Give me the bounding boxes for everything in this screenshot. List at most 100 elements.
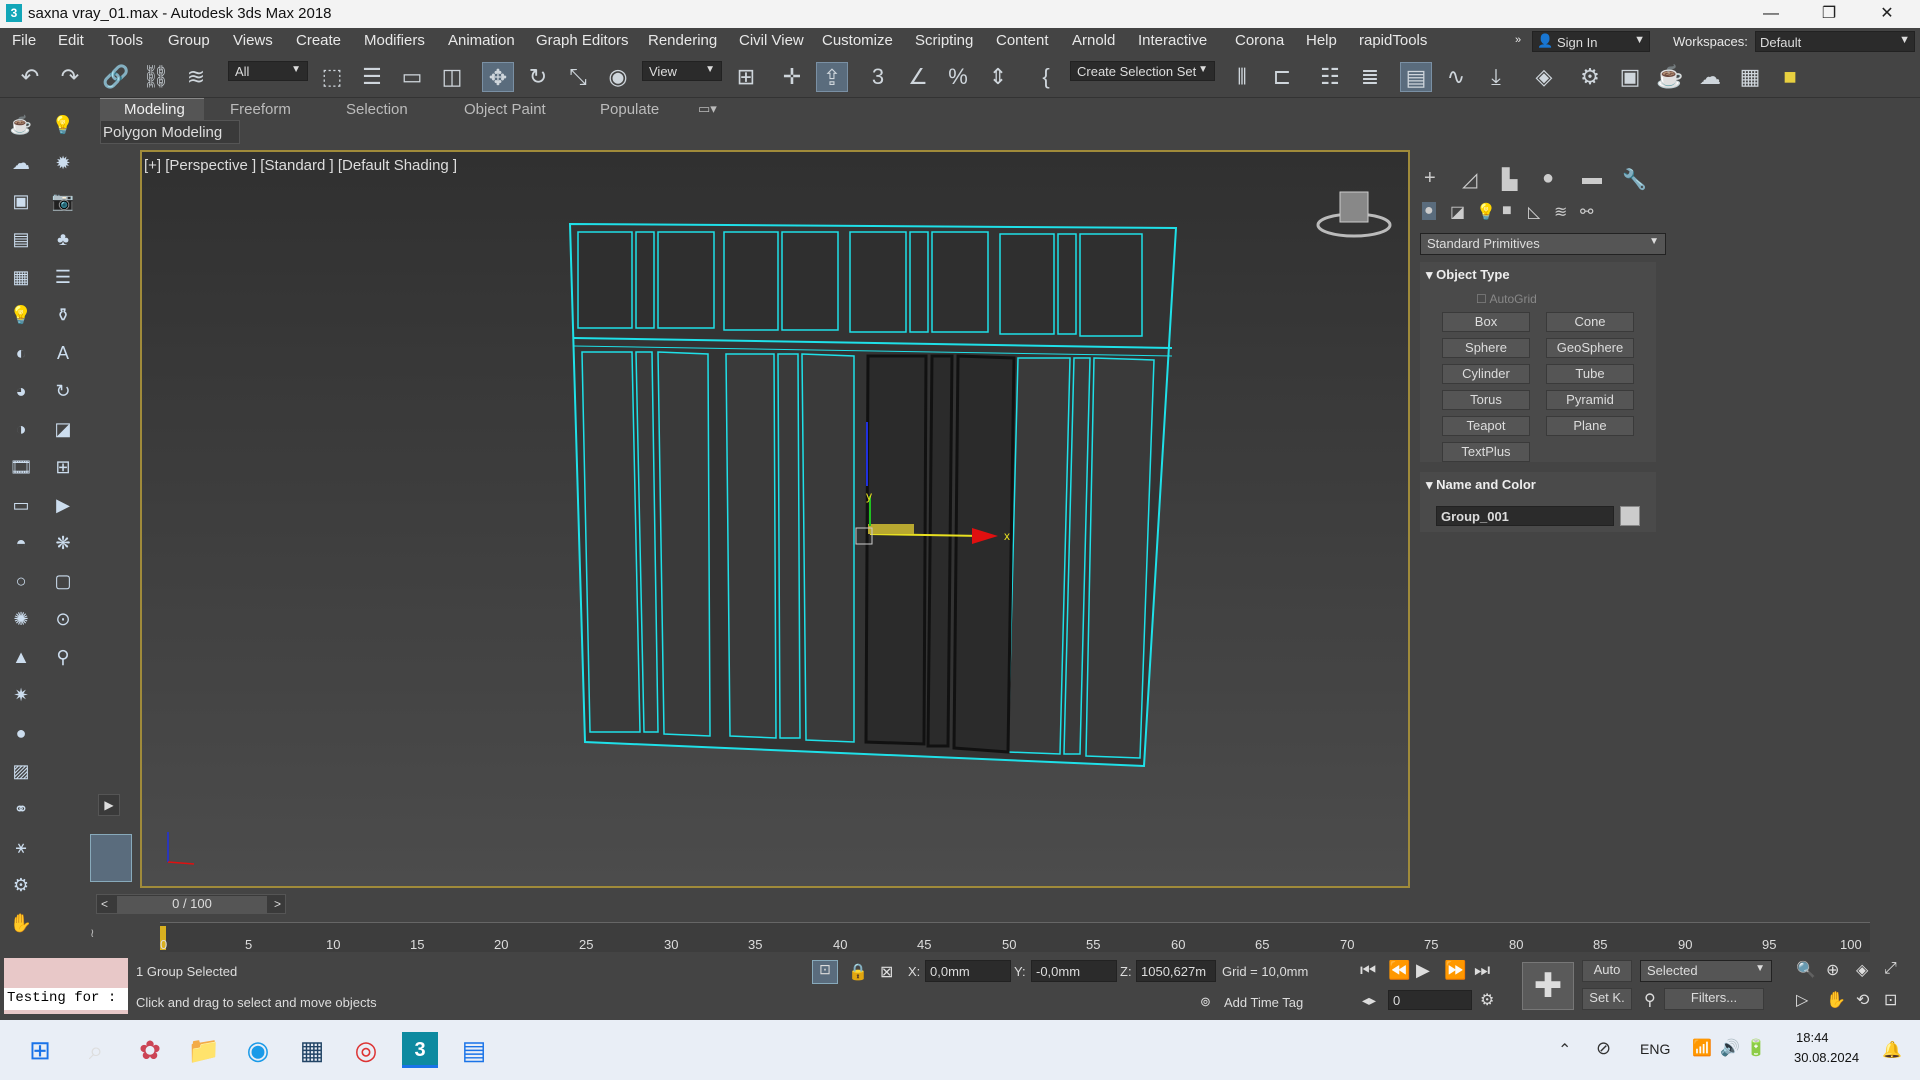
undo-icon[interactable]: ↶ [14, 62, 46, 92]
cameras-icon[interactable]: ■ [1502, 202, 1512, 220]
cam-icon[interactable]: ◑ [8, 416, 34, 442]
plane-button[interactable]: Plane [1546, 416, 1634, 436]
time-prev[interactable]: < [101, 897, 108, 911]
curve-toggle-icon[interactable]: ≀ [90, 926, 110, 946]
network-icon[interactable]: ⚹ [8, 834, 34, 860]
restore-button[interactable]: ❐ [1806, 2, 1852, 26]
video-icon[interactable]: ▶ [50, 492, 76, 518]
select-object-icon[interactable]: ⬚ [316, 62, 348, 92]
file-explorer-icon[interactable]: 📁 [186, 1032, 222, 1068]
keyboard-shortcut-override-icon[interactable]: ⇪ [816, 62, 848, 92]
polygon-modeling-label[interactable]: Polygon Modeling [103, 124, 222, 141]
hand-icon[interactable]: ✋ [8, 910, 34, 936]
helpers-icon[interactable]: ◺ [1528, 202, 1540, 222]
select-scale-icon[interactable]: ⤡ [562, 62, 594, 92]
select-move-icon[interactable]: ✥ [482, 62, 514, 92]
tree-icon[interactable]: ♣ [50, 226, 76, 252]
network-off-icon[interactable]: ⊘ [1596, 1038, 1611, 1059]
scene-explorer-icon[interactable]: ☷ [1314, 62, 1346, 92]
tab-freeform[interactable]: Freeform [230, 101, 291, 118]
tab-object-paint[interactable]: Object Paint [464, 101, 546, 118]
object-color-swatch[interactable] [1620, 506, 1640, 526]
ribbon-options-icon[interactable]: ▭▾ [698, 101, 717, 117]
prev-frame-icon[interactable]: ⏪ [1388, 960, 1410, 981]
redo-icon[interactable]: ↷ [54, 62, 86, 92]
geometry-icon[interactable]: ● [1422, 202, 1436, 220]
settings-panel-icon[interactable]: ▦ [8, 264, 34, 290]
rollout-name-color[interactable]: ▾ Name and Color [1426, 477, 1536, 493]
snaps-toggle-icon[interactable]: 3 [862, 62, 894, 92]
ball-icon[interactable]: ◕ [8, 378, 34, 404]
language-indicator[interactable]: ENG [1640, 1041, 1670, 1057]
rollout-object-type[interactable]: ▾ Object Type [1426, 267, 1510, 283]
layer-explorer-icon[interactable]: ≣ [1354, 62, 1386, 92]
menu-group[interactable]: Group [168, 32, 210, 49]
goto-end-icon[interactable]: ⏭ [1474, 960, 1490, 981]
zoom-extents-all-icon[interactable]: ⤢ [1884, 960, 1897, 978]
menu-content[interactable]: Content [996, 32, 1049, 49]
viewport-label[interactable]: [+] [Perspective ] [Standard ] [Default … [144, 157, 457, 174]
cloud-icon[interactable]: ☁ [8, 150, 34, 176]
time-config-icon[interactable]: ⚙ [1480, 990, 1494, 1010]
pyramid-button[interactable]: Pyramid [1546, 390, 1634, 410]
menu-customize[interactable]: Customize [822, 32, 893, 49]
viewport-perspective[interactable]: x y [140, 150, 1410, 888]
menu-edit[interactable]: Edit [58, 32, 84, 49]
maximize-viewport-icon[interactable]: ⊡ [1884, 990, 1897, 1010]
menu-views[interactable]: Views [233, 32, 273, 49]
notification-bell-icon[interactable]: 🔔 [1882, 1040, 1902, 1060]
teapot-icon[interactable]: ☕ [8, 112, 34, 138]
dumbbell-icon[interactable]: ⚭ [8, 796, 34, 822]
cone-button[interactable]: Cone [1546, 312, 1634, 332]
battery-icon[interactable]: 🔋 [1746, 1038, 1766, 1058]
text-icon[interactable]: A [50, 340, 76, 366]
chrome-icon[interactable]: ◎ [348, 1032, 384, 1068]
hierarchy-tab-icon[interactable]: ▙ [1502, 167, 1517, 192]
circle-icon[interactable]: ○ [8, 568, 34, 594]
bulb-icon[interactable]: 💡 [8, 302, 34, 328]
orbit-icon[interactable]: ⊙ [50, 606, 76, 632]
folder-icon[interactable]: ■ [1774, 62, 1806, 92]
menu-scripting[interactable]: Scripting [915, 32, 973, 49]
search-icon[interactable]: ⌕ [78, 1032, 114, 1068]
menu-corona[interactable]: Corona [1235, 32, 1284, 49]
light-icon[interactable]: 💡 [50, 112, 76, 138]
z-coord-field[interactable] [1136, 960, 1216, 982]
absolute-mode-icon[interactable]: ⊠ [880, 962, 893, 982]
rect-selection-icon[interactable]: ▭ [396, 62, 428, 92]
key-mode-icon[interactable]: ◂▸ [1362, 992, 1376, 1009]
start-icon[interactable]: ⊞ [22, 1032, 58, 1068]
field-of-view-icon[interactable]: ▷ [1796, 990, 1808, 1010]
store-icon[interactable]: ▦ [294, 1032, 330, 1068]
align-icon-left[interactable]: ⊞ [50, 454, 76, 480]
group-icon[interactable]: ❋ [50, 530, 76, 556]
systems-icon[interactable]: ⚯ [1580, 202, 1593, 222]
orbit-icon[interactable]: ⟲ [1856, 990, 1869, 1010]
render-grid-icon[interactable]: ▦ [1734, 62, 1766, 92]
percent-snap-icon[interactable]: % [942, 62, 974, 92]
autogrid-checkbox[interactable]: ☐ AutoGrid [1476, 292, 1537, 306]
maxscript-listener[interactable]: Testing for : [4, 958, 128, 1014]
lights-icon[interactable]: 💡 [1476, 202, 1496, 222]
menu-rapidtools[interactable]: rapidTools [1359, 32, 1427, 49]
isolate-selection-icon[interactable]: ⊡ [812, 960, 838, 984]
maxscript-input[interactable]: Testing for : [4, 988, 128, 1010]
named-selection-set-dropdown[interactable]: Create Selection Set ▼ [1070, 61, 1215, 81]
ribbon-toggle-icon[interactable]: ▤ [1400, 62, 1432, 92]
box-button[interactable]: Box [1442, 312, 1530, 332]
notepad-icon[interactable]: ▤ [456, 1032, 492, 1068]
rotate-icon[interactable]: ↻ [50, 378, 76, 404]
geosphere-button[interactable]: GeoSphere [1546, 338, 1634, 358]
grid-icon[interactable]: ▨ [8, 758, 34, 784]
select-manipulate-icon[interactable]: ✛ [776, 62, 808, 92]
menu-create[interactable]: Create [296, 32, 341, 49]
rendered-frame-window-icon[interactable]: ▣ [1614, 62, 1646, 92]
monitor-icon[interactable]: ▭ [8, 492, 34, 518]
spray-icon[interactable]: ⚱ [50, 302, 76, 328]
category-dropdown[interactable]: Standard Primitives ▼ [1420, 233, 1666, 255]
zoom-icon[interactable]: 🔍 [1796, 960, 1816, 980]
key-tangent-icon[interactable]: ⚲ [1644, 990, 1656, 1010]
workspaces-dropdown[interactable]: Default ▼ [1755, 31, 1915, 52]
teapot-button[interactable]: Teapot [1442, 416, 1530, 436]
lock-icon[interactable]: 🔒 [848, 962, 868, 982]
